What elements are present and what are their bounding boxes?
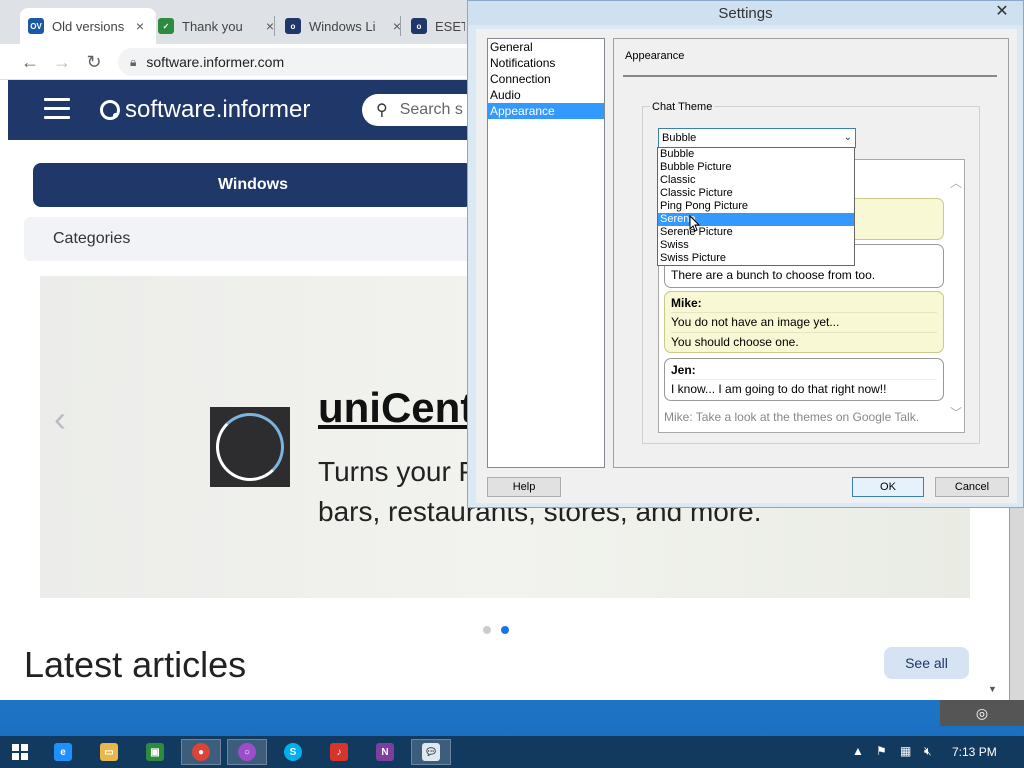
- download-favicon-icon: ✓: [158, 18, 174, 34]
- tab-separator: [274, 16, 275, 36]
- featured-app-title[interactable]: uniCent: [318, 384, 474, 432]
- cancel-button[interactable]: Cancel: [935, 477, 1009, 497]
- informer-favicon-icon: o: [411, 18, 427, 34]
- windows-platform-button[interactable]: Windows: [33, 163, 473, 207]
- forward-arrow-icon[interactable]: →: [50, 50, 74, 74]
- red-app-icon[interactable]: ♪: [319, 739, 359, 765]
- mouse-cursor-icon: [689, 215, 701, 232]
- category-audio[interactable]: Audio: [488, 87, 604, 103]
- theme-option[interactable]: Swiss: [658, 239, 854, 252]
- onenote-icon[interactable]: N: [365, 739, 405, 765]
- oldversion-favicon-icon: OV: [28, 18, 44, 34]
- selected-theme: Bubble: [662, 132, 697, 144]
- theme-option[interactable]: Ping Pong Picture: [658, 200, 854, 213]
- chat-sender: Jen:: [671, 363, 696, 377]
- chat-theme-select[interactable]: Bubble ⌄: [658, 128, 856, 148]
- chat-line: There are a bunch to choose from too.: [671, 268, 876, 282]
- help-button[interactable]: Help: [487, 477, 561, 497]
- hamburger-menu-icon[interactable]: [44, 98, 70, 120]
- tab-title: Old versions: [52, 18, 125, 34]
- settings-titlebar[interactable]: Settings ✕: [468, 1, 1023, 25]
- scroll-down-icon[interactable]: ﹀: [950, 404, 962, 421]
- settings-category-list[interactable]: General Notifications Connection Audio A…: [487, 38, 605, 468]
- search-icon: ⚲: [376, 102, 388, 119]
- theme-option-highlighted[interactable]: Serene: [658, 213, 854, 226]
- theme-dropdown-list[interactable]: Bubble Bubble Picture Classic Classic Pi…: [657, 147, 855, 266]
- network-icon[interactable]: ▦: [900, 744, 911, 758]
- internet-explorer-icon[interactable]: e: [43, 739, 83, 765]
- ok-button[interactable]: OK: [852, 477, 924, 497]
- carousel-prev-icon[interactable]: ‹: [54, 398, 66, 440]
- chat-status-line: Mike: Take a look at the themes on Googl…: [664, 410, 920, 424]
- tray-expand-icon[interactable]: ▲: [852, 744, 864, 758]
- logo-ring-icon: [100, 100, 120, 120]
- informer-favicon-icon: o: [285, 18, 301, 34]
- chat-theme-label: Chat Theme: [650, 101, 715, 113]
- chat-bubble: Mike: You do not have an image yet... Yo…: [664, 291, 944, 353]
- chat-line: I know... I am going to do that right no…: [671, 379, 937, 399]
- theme-option[interactable]: Swiss Picture: [658, 252, 854, 265]
- chat-bubble: Jen: I know... I am going to do that rig…: [664, 358, 944, 401]
- media-app-icon[interactable]: ○: [227, 739, 267, 765]
- chat-line: You should choose one.: [671, 332, 937, 352]
- settings-title: Settings: [718, 4, 773, 22]
- scroll-up-icon[interactable]: ︿: [950, 174, 962, 191]
- theme-option[interactable]: Classic Picture: [658, 187, 854, 200]
- theme-option[interactable]: Bubble: [658, 148, 854, 161]
- tab-title: Windows Li: [309, 18, 376, 34]
- volume-muted-icon[interactable]: 🔇︎: [924, 744, 932, 759]
- category-general[interactable]: General: [488, 39, 604, 55]
- url-text: software.informer.com: [146, 54, 285, 70]
- close-tab-icon[interactable]: ×: [262, 18, 278, 34]
- chat-app-icon[interactable]: 💬︎: [411, 739, 451, 765]
- settings-body: General Notifications Connection Audio A…: [476, 29, 1017, 503]
- panel-divider: [623, 75, 997, 77]
- lock-icon: 🔒︎: [130, 54, 137, 69]
- categories-button[interactable]: Categories: [24, 217, 474, 261]
- category-appearance[interactable]: Appearance: [488, 103, 604, 119]
- address-bar[interactable]: 🔒︎ software.informer.com: [118, 48, 478, 76]
- panel-title: Appearance: [625, 50, 685, 62]
- chat-line: You do not have an image yet...: [671, 312, 937, 332]
- tab-windows-live[interactable]: o Windows Li ×: [277, 8, 413, 44]
- taskbar-clock[interactable]: 7:13 PM: [952, 745, 997, 759]
- action-center-icon[interactable]: ⚑: [876, 744, 887, 758]
- close-icon[interactable]: ✕: [985, 1, 1019, 21]
- tab-title: ESET N: [435, 18, 465, 34]
- chat-sender: Mike:: [671, 296, 702, 310]
- latest-articles-heading: Latest articles: [24, 644, 247, 685]
- theme-option[interactable]: Bubble Picture: [658, 161, 854, 174]
- carousel-dot-2[interactable]: [501, 626, 509, 634]
- logo-text: software.informer: [125, 96, 311, 123]
- tab-title: Thank you: [182, 18, 243, 34]
- see-all-button[interactable]: See all: [884, 647, 969, 679]
- webcam-icon: ◎: [940, 700, 1024, 726]
- side-scroll-strip[interactable]: [1010, 500, 1024, 700]
- app-logo-icon[interactable]: [210, 407, 290, 487]
- carousel-dot-1[interactable]: [483, 626, 491, 634]
- tab-eset[interactable]: o ESET N: [403, 8, 473, 44]
- chevron-down-icon[interactable]: ⌄: [844, 129, 852, 147]
- store-icon[interactable]: ▣: [135, 739, 175, 765]
- close-tab-icon[interactable]: ×: [132, 18, 148, 34]
- skype-icon[interactable]: S: [273, 739, 313, 765]
- tab-separator: [400, 16, 401, 36]
- tab-thank-you[interactable]: ✓ Thank you ×: [150, 8, 286, 44]
- reload-icon[interactable]: ↻: [82, 50, 106, 74]
- scroll-down-icon[interactable]: ▼: [988, 684, 997, 694]
- theme-option[interactable]: Classic: [658, 174, 854, 187]
- search-placeholder: Search s: [399, 101, 463, 118]
- chrome-icon[interactable]: ●: [181, 739, 221, 765]
- back-arrow-icon[interactable]: ←: [18, 50, 42, 74]
- category-notifications[interactable]: Notifications: [488, 55, 604, 71]
- site-logo[interactable]: software.informer: [100, 96, 310, 124]
- category-connection[interactable]: Connection: [488, 71, 604, 87]
- tab-old-versions[interactable]: OV Old versions ×: [20, 8, 156, 44]
- windows-start-icon[interactable]: [0, 739, 40, 765]
- theme-option[interactable]: Serene Picture: [658, 226, 854, 239]
- file-explorer-icon[interactable]: ▭: [89, 739, 129, 765]
